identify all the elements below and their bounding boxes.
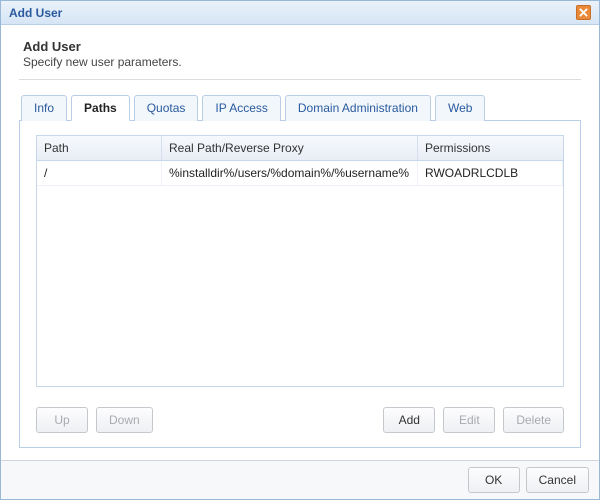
col-header-real-path[interactable]: Real Path/Reverse Proxy: [162, 136, 418, 160]
tabs: Info Paths Quotas IP Access Domain Admin…: [19, 94, 581, 121]
dialog-content: Add User Specify new user parameters. In…: [1, 25, 599, 460]
add-user-dialog: Add User Add User Specify new user param…: [0, 0, 600, 500]
cell-path: /: [37, 161, 162, 185]
header-block: Add User Specify new user parameters.: [19, 35, 581, 80]
tab-domain-admin[interactable]: Domain Administration: [285, 95, 431, 121]
page-title: Add User: [23, 39, 577, 54]
order-buttons: Up Down: [36, 407, 153, 433]
tab-ip-access[interactable]: IP Access: [202, 95, 280, 121]
edit-button[interactable]: Edit: [443, 407, 495, 433]
paths-grid: Path Real Path/Reverse Proxy Permissions…: [36, 135, 564, 387]
page-subtitle: Specify new user parameters.: [23, 55, 577, 69]
tab-quotas[interactable]: Quotas: [134, 95, 199, 121]
col-header-permissions[interactable]: Permissions: [418, 136, 563, 160]
cancel-button[interactable]: Cancel: [526, 467, 589, 493]
col-header-path[interactable]: Path: [37, 136, 162, 160]
close-button[interactable]: [576, 5, 591, 20]
down-button[interactable]: Down: [96, 407, 153, 433]
dialog-footer: OK Cancel: [1, 460, 599, 499]
ok-button[interactable]: OK: [468, 467, 520, 493]
cell-permissions: RWOADRLCDLB: [418, 161, 563, 185]
grid-rows[interactable]: / %installdir%/users/%domain%/%username%…: [37, 161, 563, 386]
grid-header: Path Real Path/Reverse Proxy Permissions: [37, 136, 563, 161]
delete-button[interactable]: Delete: [503, 407, 564, 433]
tab-info[interactable]: Info: [21, 95, 67, 121]
titlebar: Add User: [1, 1, 599, 25]
tab-web[interactable]: Web: [435, 95, 485, 121]
tab-paths[interactable]: Paths: [71, 95, 130, 121]
table-row[interactable]: / %installdir%/users/%domain%/%username%…: [37, 161, 563, 186]
tab-body-paths: Path Real Path/Reverse Proxy Permissions…: [19, 121, 581, 448]
add-button[interactable]: Add: [383, 407, 435, 433]
close-icon: [579, 8, 588, 17]
cell-real-path: %installdir%/users/%domain%/%username%: [162, 161, 418, 185]
crud-buttons: Add Edit Delete: [383, 407, 564, 433]
window-title: Add User: [9, 6, 62, 20]
grid-buttons: Up Down Add Edit Delete: [36, 407, 564, 433]
up-button[interactable]: Up: [36, 407, 88, 433]
